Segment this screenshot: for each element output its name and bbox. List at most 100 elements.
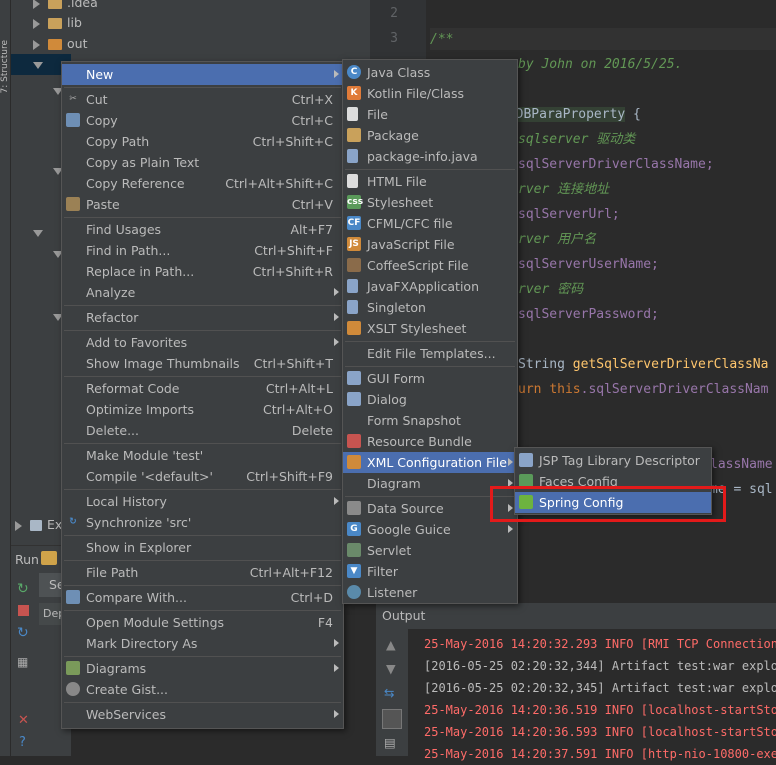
menu-item-google-guice[interactable]: G Google Guice [343,519,517,540]
collapse-arrow-icon[interactable] [33,62,43,69]
run-label[interactable]: Run [15,552,39,567]
menu-item-analyze[interactable]: Analyze [62,282,343,303]
menu-item-copy-plain[interactable]: Copy as Plain Text [62,152,343,173]
menu-item-listener[interactable]: Listener [343,582,517,603]
submenu-arrow-icon [334,70,339,78]
scissors-icon: ✂ [69,94,77,104]
menu-item-package[interactable]: Package [343,125,517,146]
close-icon[interactable]: ✕ [18,713,29,728]
menu-item-reformat[interactable]: Reformat Code Ctrl+Alt+L [62,378,343,399]
menu-item-html[interactable]: HTML File [343,171,517,192]
menu-item-edit-templates[interactable]: Edit File Templates... [343,343,517,364]
menu-item-add-favorites[interactable]: Add to Favorites [62,332,343,353]
log-line: [2016-05-25 02:20:32,344] Artifact test:… [424,659,776,673]
menu-item-stylesheet[interactable]: css Stylesheet [343,192,517,213]
menu-item-new[interactable]: New [62,64,343,85]
menu-item-show-thumbnails[interactable]: Show Image Thumbnails Ctrl+Shift+T [62,353,343,374]
menu-item-delete[interactable]: Delete... Delete [62,420,343,441]
update-icon[interactable]: ↻ [17,625,29,641]
menu-item-diagrams[interactable]: Diagrams [62,658,343,679]
menu-item-resource-bundle[interactable]: Resource Bundle [343,431,517,452]
expand-arrow-icon[interactable] [33,18,40,29]
tree-row-external[interactable]: Ex [15,514,62,535]
expand-arrow-icon[interactable] [33,0,40,9]
stop-icon[interactable] [18,605,29,616]
arrow-up-icon[interactable]: ▲ [386,637,396,652]
tree-row-out[interactable]: out [33,33,87,54]
menu-item-refactor[interactable]: Refactor [62,307,343,328]
menu-item-copy[interactable]: Copy Ctrl+C [62,110,343,131]
line-number: 2 [390,6,398,21]
submenu-arrow-icon [334,639,339,647]
arrow-down-icon[interactable]: ▼ [386,661,396,676]
submenu-arrow-icon [334,338,339,346]
tree-arrow-3[interactable] [33,222,51,243]
layout-icon[interactable]: ▦ [17,655,28,669]
menu-item-xslt[interactable]: XSLT Stylesheet [343,318,517,339]
menu-item-servlet[interactable]: Servlet [343,540,517,561]
menu-item-optimize[interactable]: Optimize Imports Ctrl+Alt+O [62,399,343,420]
expand-arrow-icon[interactable] [15,520,22,531]
menu-item-coffeescript[interactable]: CoffeeScript File [343,255,517,276]
menu-item-file[interactable]: File [343,104,517,125]
copy-icon [66,113,80,127]
menu-item-java-class[interactable]: C Java Class [343,62,517,83]
file-icon [347,107,358,121]
menu-item-javafx[interactable]: JavaFXApplication [343,276,517,297]
menu-item-cfml[interactable]: CF CFML/CFC file [343,213,517,234]
menu-item-compare[interactable]: Compare With... Ctrl+D [62,587,343,608]
menu-item-singleton[interactable]: Singleton [343,297,517,318]
menu-item-xml-config[interactable]: XML Configuration File [343,452,517,473]
menu-item-copy-path[interactable]: Copy Path Ctrl+Shift+C [62,131,343,152]
menu-item-form-snapshot[interactable]: Form Snapshot [343,410,517,431]
menu-item-make-module[interactable]: Make Module 'test' [62,445,343,466]
folder-icon [48,0,62,9]
print-icon[interactable]: ▤ [384,735,396,750]
menu-item-open-module-settings[interactable]: Open Module Settings F4 [62,612,343,633]
menu-item-file-path[interactable]: File Path Ctrl+Alt+F12 [62,562,343,583]
submenu-arrow-icon [334,710,339,718]
menu-item-find-usages[interactable]: Find Usages Alt+F7 [62,219,343,240]
menu-item-webservices[interactable]: WebServices [62,704,343,725]
menu-item-compile[interactable]: Compile '<default>' Ctrl+Shift+F9 [62,466,343,487]
menu-item-find-in-path[interactable]: Find in Path... Ctrl+Shift+F [62,240,343,261]
resource-bundle-icon [347,434,361,448]
expand-arrow-icon[interactable] [33,39,40,50]
menu-item-cut[interactable]: ✂ Cut Ctrl+X [62,89,343,110]
scroll-end-icon[interactable] [382,709,402,729]
wrap-icon[interactable]: ⇆ [384,685,394,700]
menu-item-create-gist[interactable]: Create Gist... [62,679,343,700]
tree-row-lib[interactable]: lib [33,12,82,33]
paste-icon [66,197,80,211]
database-icon [347,501,361,515]
library-icon [30,520,42,531]
menu-item-paste[interactable]: Paste Ctrl+V [62,194,343,215]
code-line: String getSqlServerDriverClassNa [518,357,769,372]
help-icon[interactable]: ? [19,735,26,750]
folder-icon [48,18,62,29]
rerun-icon[interactable]: ↻ [17,581,29,597]
code-line: sqlServerUserName; [518,257,659,272]
menu-item-jsp-tld[interactable]: JSP Tag Library Descriptor [515,450,711,471]
menu-item-mark-directory[interactable]: Mark Directory As [62,633,343,654]
log-line: [2016-05-25 02:20:32,345] Artifact test:… [424,681,776,695]
menu-item-local-history[interactable]: Local History [62,491,343,512]
menu-item-gui-form[interactable]: GUI Form [343,368,517,389]
menu-item-filter[interactable]: ▼ Filter [343,561,517,582]
menu-item-dialog[interactable]: Dialog [343,389,517,410]
structure-tab[interactable]: 7: Structure [0,40,10,94]
cfml-icon: CF [347,216,361,230]
menu-item-package-info[interactable]: package-info.java [343,146,517,167]
menu-item-show-explorer[interactable]: Show in Explorer [62,537,343,558]
menu-item-javascript[interactable]: JS JavaScript File [343,234,517,255]
menu-item-kotlin[interactable]: K Kotlin File/Class [343,83,517,104]
menu-item-copy-reference[interactable]: Copy Reference Ctrl+Alt+Shift+C [62,173,343,194]
code-line: s DBParaProperty { [500,107,641,122]
output-console[interactable]: 25-May-2016 14:20:32.293 INFO [RMI TCP C… [376,629,776,761]
menu-item-synchronize[interactable]: ↻ Synchronize 'src' [62,512,343,533]
menu-item-replace-in-path[interactable]: Replace in Path... Ctrl+Shift+R [62,261,343,282]
xslt-icon [347,321,361,335]
log-line: 25-May-2016 14:20:37.591 INFO [http-nio-… [424,747,776,761]
output-toolbar: ▲ ▼ ⇆ ▤ [376,629,408,756]
collapse-arrow-icon[interactable] [33,230,43,237]
